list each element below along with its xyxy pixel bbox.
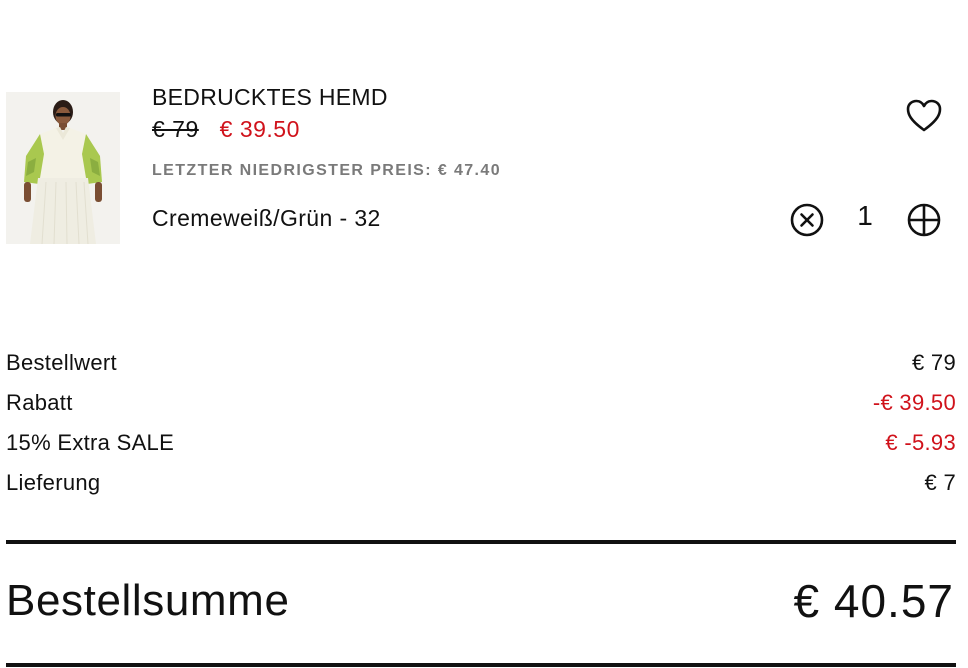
lowest-price-note: LETZTER NIEDRIGSTER PREIS: € 47.40 (152, 162, 501, 179)
summary-label: Bestellwert (6, 350, 117, 375)
product-thumbnail-graphic (6, 92, 120, 244)
summary-row-discount: Rabatt -€ 39.50 (6, 390, 956, 418)
divider (6, 663, 956, 667)
circle-plus-icon[interactable] (906, 202, 942, 238)
sale-price: € 39.50 (219, 116, 300, 142)
summary-row-order-value: Bestellwert € 79 (6, 350, 956, 378)
summary-label: Rabatt (6, 390, 73, 415)
original-price: € 79 (152, 116, 199, 142)
summary-value: € 79 (911, 350, 956, 375)
heart-outline-icon[interactable] (904, 98, 944, 134)
quantity-value: 1 (857, 200, 873, 231)
divider (6, 540, 956, 544)
summary-value: € -5.93 (885, 430, 956, 455)
summary-label: Lieferung (6, 470, 101, 495)
circle-x-icon[interactable] (789, 202, 825, 238)
summary-label: 15% Extra SALE (6, 430, 175, 455)
product-image[interactable] (6, 92, 120, 244)
summary-value: -€ 39.50 (872, 390, 956, 415)
order-total-label: Bestellsumme (6, 576, 290, 625)
product-name[interactable]: BEDRUCKTES HEMD (152, 84, 388, 111)
product-price: € 79 € 39.50 (152, 116, 300, 143)
order-total-value: € 40.57 (793, 575, 954, 627)
summary-row-extra-sale: 15% Extra SALE € -5.93 (6, 430, 956, 458)
product-variant: Cremeweiß/Grün - 32 (152, 205, 381, 231)
summary-value: € 7 (924, 470, 956, 495)
summary-row-delivery: Lieferung € 7 (6, 470, 956, 498)
